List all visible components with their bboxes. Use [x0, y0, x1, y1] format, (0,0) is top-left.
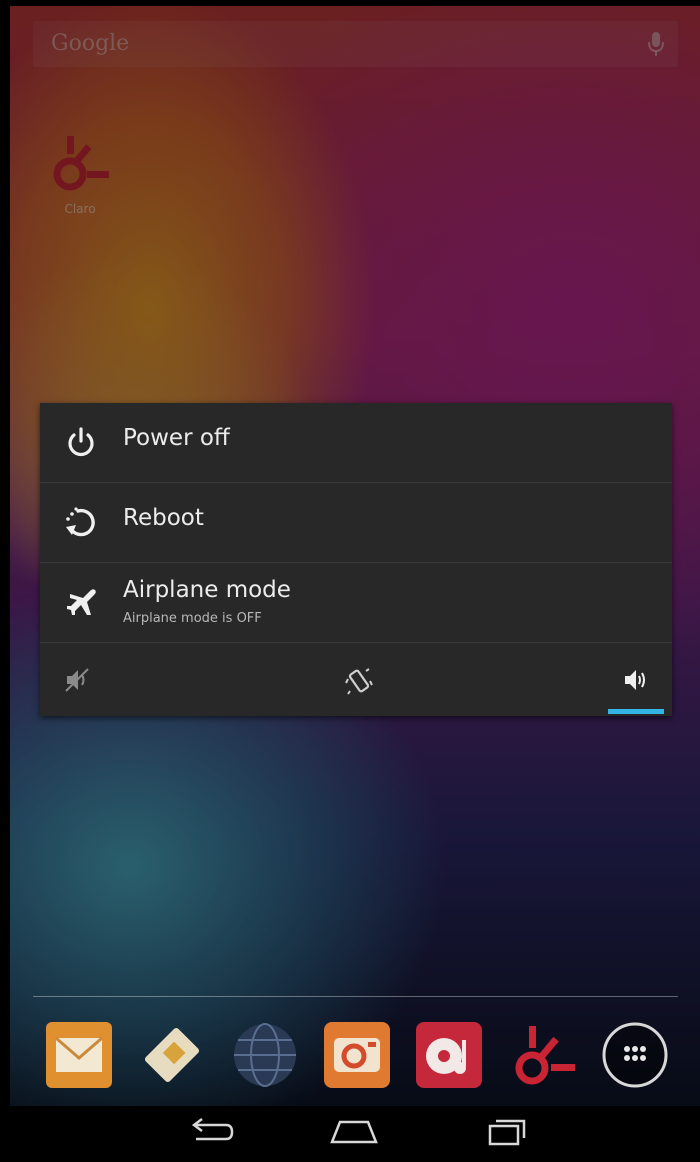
sim-toolkit-icon[interactable]: [137, 1020, 207, 1090]
vibrate-icon: [345, 668, 373, 695]
power-icon: [68, 427, 94, 457]
airplane-mode-option[interactable]: Airplane mode Airplane mode is OFF: [40, 563, 672, 643]
music-icon[interactable]: [414, 1020, 484, 1090]
sound-mode-vibrate[interactable]: [276, 643, 436, 716]
reboot-label: Reboot: [123, 505, 204, 531]
back-icon[interactable]: [178, 1116, 238, 1148]
power-menu-dialog: Power off Reboot Airplane mode Airplane …: [40, 403, 672, 716]
navigation-bar: [10, 1106, 700, 1158]
browser-globe-icon[interactable]: [230, 1020, 300, 1090]
dock-divider: [33, 996, 678, 997]
power-off-option[interactable]: Power off: [40, 403, 672, 483]
recent-apps-icon[interactable]: [476, 1116, 536, 1148]
dock: [10, 1016, 700, 1106]
airplane-mode-label: Airplane mode: [123, 577, 291, 603]
screen: Google Claro Power off Reboot Airplane m…: [10, 6, 700, 1158]
camera-icon[interactable]: [322, 1020, 392, 1090]
reboot-icon: [66, 507, 95, 537]
all-apps-icon[interactable]: [600, 1020, 670, 1090]
power-off-label: Power off: [123, 425, 230, 451]
reboot-option[interactable]: Reboot: [40, 483, 672, 563]
airplane-icon: [67, 589, 96, 615]
sound-mode-selector: [40, 643, 672, 716]
silent-icon: [65, 668, 89, 692]
sound-mode-sound[interactable]: [512, 643, 672, 716]
claro-icon[interactable]: [507, 1020, 577, 1090]
selected-sound-mode-indicator: [608, 709, 664, 714]
airplane-mode-status: Airplane mode is OFF: [123, 611, 262, 626]
email-icon[interactable]: [44, 1020, 114, 1090]
home-icon[interactable]: [324, 1116, 384, 1148]
sound-mode-silent[interactable]: [40, 643, 200, 716]
sound-on-icon: [625, 670, 645, 690]
